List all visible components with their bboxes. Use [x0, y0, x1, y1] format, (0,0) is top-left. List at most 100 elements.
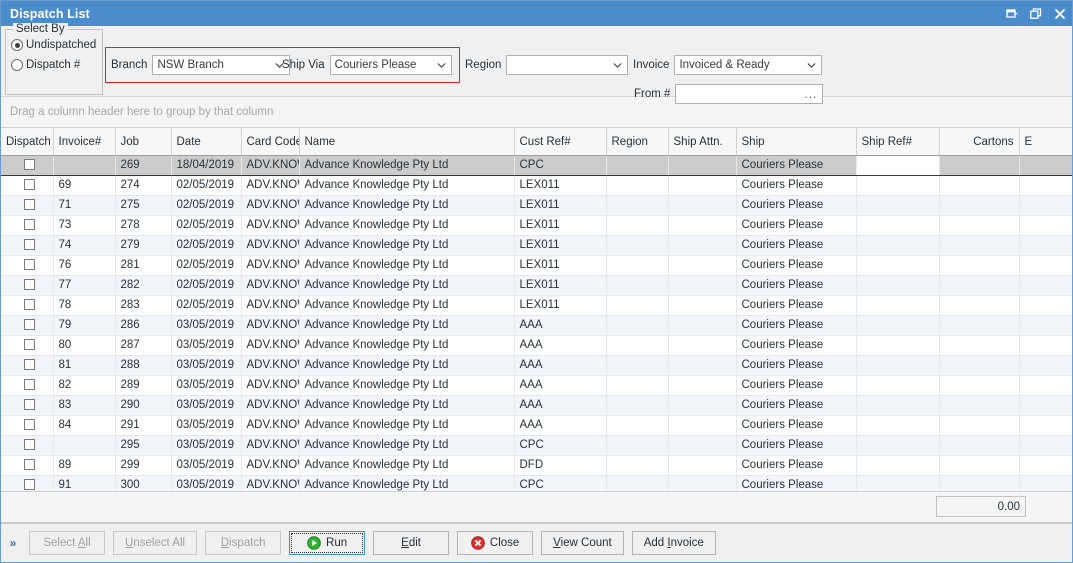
cell-cust_ref[interactable]: DFD [514, 455, 607, 476]
cell-invoice[interactable]: 77 [53, 275, 116, 296]
cell-card_code[interactable]: ADV.KNOW [241, 455, 300, 476]
cell-card_code[interactable]: ADV.KNOW [241, 235, 300, 256]
cell-job[interactable]: 299 [115, 455, 172, 476]
cell-job[interactable]: 269 [115, 155, 172, 176]
dispatch-checkbox-cell[interactable] [1, 155, 54, 176]
cell-date[interactable]: 02/05/2019 [171, 195, 242, 216]
cell-cust_ref[interactable]: LEX011 [514, 255, 607, 276]
cell-name[interactable]: Advance Knowledge Pty Ltd [299, 395, 515, 416]
cell-cust_ref[interactable]: LEX011 [514, 175, 607, 196]
cell-extra[interactable] [1019, 375, 1072, 396]
cell-job[interactable]: 291 [115, 415, 172, 436]
dispatch-checkbox[interactable] [23, 339, 35, 351]
cell-cust_ref[interactable]: CPC [514, 475, 607, 491]
cell-job[interactable]: 288 [115, 355, 172, 376]
cell-card_code[interactable]: ADV.KNOW [241, 335, 300, 356]
cell-cartons[interactable] [939, 475, 1020, 491]
cell-invoice[interactable]: 91 [53, 475, 116, 491]
cell-invoice[interactable]: 79 [53, 315, 116, 336]
cell-region[interactable] [606, 355, 669, 376]
cell-invoice[interactable]: 73 [53, 215, 116, 236]
cell-ship_ref[interactable] [856, 235, 940, 256]
cell-ship[interactable]: Couriers Please [736, 215, 857, 236]
table-row[interactable]: 8128803/05/2019ADV.KNOWAdvance Knowledge… [1, 355, 1072, 376]
cell-name[interactable]: Advance Knowledge Pty Ltd [299, 375, 515, 396]
cell-ship[interactable]: Couriers Please [736, 155, 857, 176]
cell-job[interactable]: 275 [115, 195, 172, 216]
radio-dispatch-number[interactable]: Dispatch # [11, 59, 102, 71]
table-row[interactable]: 7928603/05/2019ADV.KNOWAdvance Knowledge… [1, 315, 1072, 336]
cell-region[interactable] [606, 315, 669, 336]
cell-date[interactable]: 02/05/2019 [171, 175, 242, 196]
cell-region[interactable] [606, 455, 669, 476]
cell-job[interactable]: 279 [115, 235, 172, 256]
cell-ship_attn[interactable] [668, 155, 737, 176]
cell-cartons[interactable] [939, 415, 1020, 436]
dispatch-checkbox-cell[interactable] [1, 355, 54, 376]
cell-region[interactable] [606, 195, 669, 216]
cell-invoice[interactable]: 84 [53, 415, 116, 436]
cell-cartons[interactable] [939, 435, 1020, 456]
column-header-ship_attn[interactable]: Ship Attn. [668, 128, 737, 156]
table-row[interactable]: 7728202/05/2019ADV.KNOWAdvance Knowledge… [1, 275, 1072, 296]
cell-region[interactable] [606, 215, 669, 236]
cell-name[interactable]: Advance Knowledge Pty Ltd [299, 455, 515, 476]
cell-invoice[interactable]: 81 [53, 355, 116, 376]
region-combobox[interactable] [506, 55, 629, 75]
cell-date[interactable]: 03/05/2019 [171, 435, 242, 456]
cell-cartons[interactable] [939, 395, 1020, 416]
cell-date[interactable]: 03/05/2019 [171, 375, 242, 396]
cell-invoice[interactable]: 71 [53, 195, 116, 216]
cell-ship[interactable]: Couriers Please [736, 335, 857, 356]
cell-job[interactable]: 290 [115, 395, 172, 416]
cell-job[interactable]: 274 [115, 175, 172, 196]
dispatch-checkbox[interactable] [23, 159, 35, 171]
table-row[interactable]: 7828302/05/2019ADV.KNOWAdvance Knowledge… [1, 295, 1072, 316]
cell-extra[interactable] [1019, 195, 1072, 216]
cell-ship[interactable]: Couriers Please [736, 475, 857, 491]
cell-ship[interactable]: Couriers Please [736, 195, 857, 216]
cell-region[interactable] [606, 235, 669, 256]
cell-date[interactable]: 02/05/2019 [171, 295, 242, 316]
column-header-card_code[interactable]: Card Code [241, 128, 300, 156]
cell-ship_attn[interactable] [668, 275, 737, 296]
pin-icon[interactable] [1005, 7, 1018, 20]
cell-name[interactable]: Advance Knowledge Pty Ltd [299, 215, 515, 236]
column-header-region[interactable]: Region [606, 128, 669, 156]
table-row[interactable]: 8429103/05/2019ADV.KNOWAdvance Knowledge… [1, 415, 1072, 436]
cell-ship[interactable]: Couriers Please [736, 455, 857, 476]
cell-ship_attn[interactable] [668, 375, 737, 396]
cell-card_code[interactable]: ADV.KNOW [241, 395, 300, 416]
cell-region[interactable] [606, 435, 669, 456]
dispatch-checkbox[interactable] [23, 219, 35, 231]
add-invoice-button[interactable]: Add Invoice [631, 531, 716, 555]
group-by-panel[interactable]: Drag a column header here to group by th… [1, 97, 1072, 128]
column-header-cust_ref[interactable]: Cust Ref# [514, 128, 607, 156]
cell-cartons[interactable] [939, 275, 1020, 296]
from-number-input[interactable]: ... [675, 84, 824, 104]
cell-date[interactable]: 02/05/2019 [171, 215, 242, 236]
column-header-ship_ref[interactable]: Ship Ref# [856, 128, 940, 156]
cell-cust_ref[interactable]: LEX011 [514, 195, 607, 216]
cell-ship_ref[interactable] [856, 315, 940, 336]
cell-ship[interactable]: Couriers Please [736, 355, 857, 376]
cell-card_code[interactable]: ADV.KNOW [241, 475, 300, 491]
cell-ship[interactable]: Couriers Please [736, 415, 857, 436]
cell-date[interactable]: 02/05/2019 [171, 255, 242, 276]
table-row[interactable]: 26918/04/2019ADV.KNOWAdvance Knowledge P… [1, 155, 1072, 176]
column-header-invoice[interactable]: Invoice# [53, 128, 116, 156]
cell-job[interactable]: 278 [115, 215, 172, 236]
cell-card_code[interactable]: ADV.KNOW [241, 155, 300, 176]
cell-name[interactable]: Advance Knowledge Pty Ltd [299, 475, 515, 491]
cell-ship_attn[interactable] [668, 175, 737, 196]
table-row[interactable]: 6927402/05/2019ADV.KNOWAdvance Knowledge… [1, 175, 1072, 196]
cell-date[interactable]: 03/05/2019 [171, 335, 242, 356]
cell-invoice[interactable]: 74 [53, 235, 116, 256]
dispatch-checkbox-cell[interactable] [1, 435, 54, 456]
dispatch-checkbox-cell[interactable] [1, 275, 54, 296]
cell-invoice[interactable]: 78 [53, 295, 116, 316]
ship-via-combobox[interactable]: Couriers Please [329, 55, 452, 75]
cell-cust_ref[interactable]: AAA [514, 355, 607, 376]
cell-cartons[interactable] [939, 235, 1020, 256]
cell-job[interactable]: 281 [115, 255, 172, 276]
